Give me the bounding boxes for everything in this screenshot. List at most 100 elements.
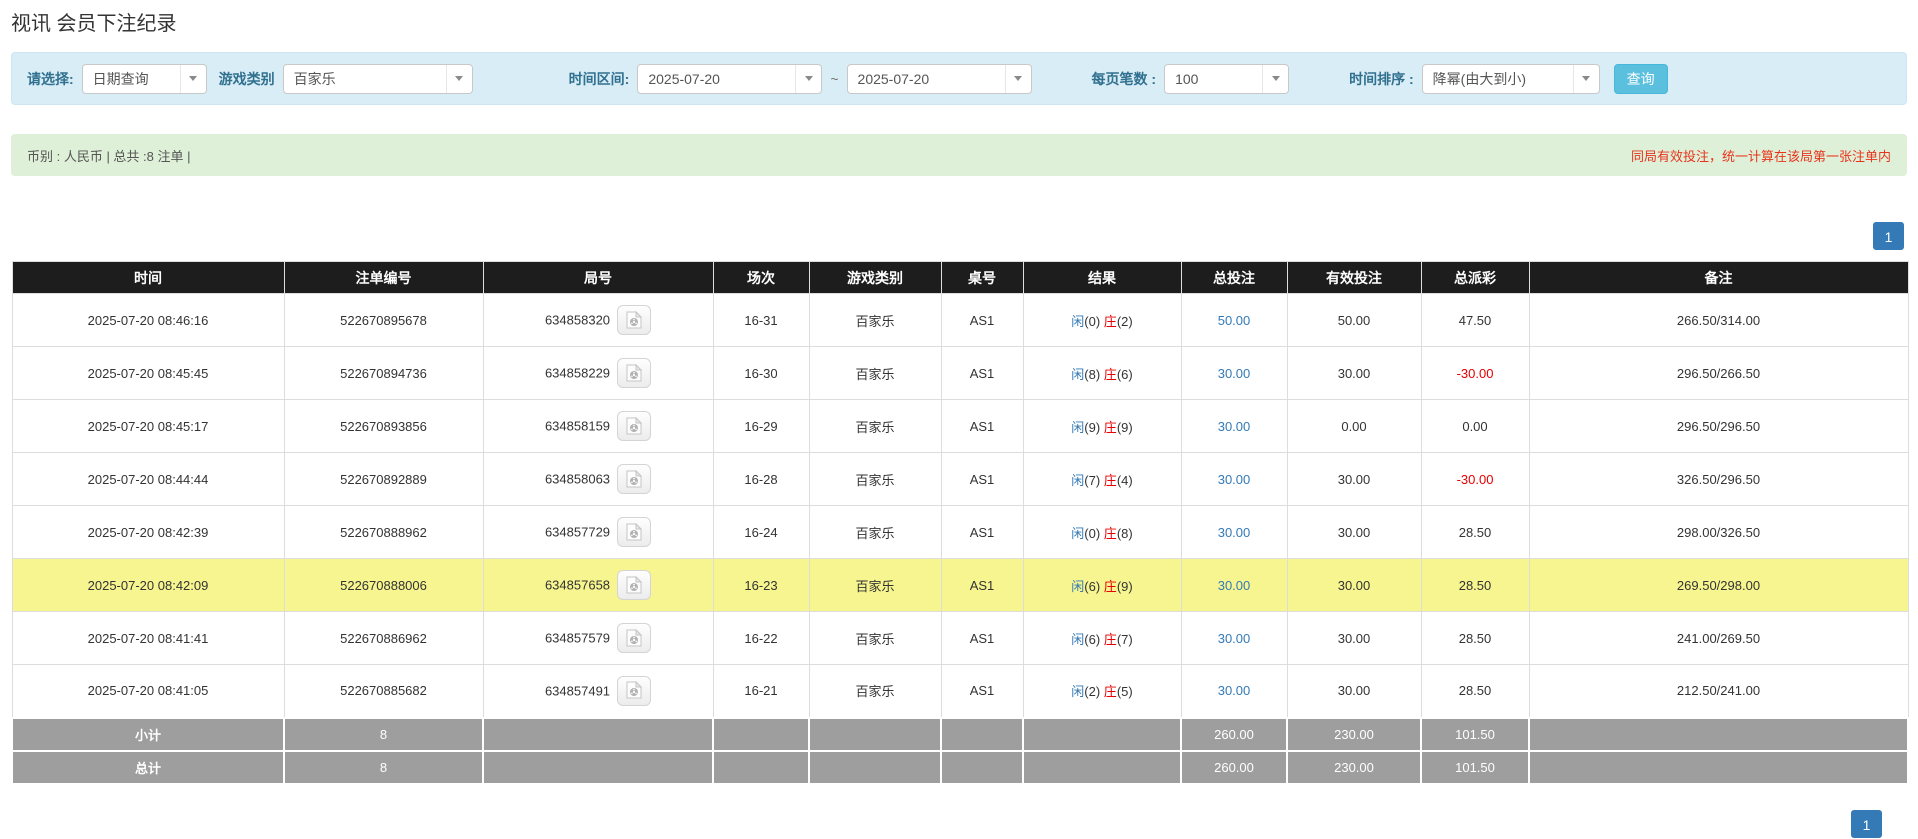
sort-select[interactable]: 降幂(由大到小) xyxy=(1421,63,1600,94)
table-header-row: 时间 注单编号 局号 场次 游戏类别 桌号 结果 总投注 有效投注 总派彩 备注 xyxy=(11,261,1909,294)
pagination-top: 1 xyxy=(11,222,1907,250)
round-id-text: 634857729 xyxy=(544,524,611,540)
footer-cell-8: 230.00 xyxy=(1286,749,1422,785)
cell-total-bet: 30.00 xyxy=(1180,611,1288,665)
table-row: 2025-07-20 08:41:41 522670886962 634857579… xyxy=(11,611,1909,665)
total-bet-link[interactable]: 30.00 xyxy=(1218,578,1251,593)
cell-payout: 28.50 xyxy=(1420,664,1530,718)
sort-label: 时间排序 : xyxy=(1349,70,1414,87)
table-row: 2025-07-20 08:42:09 522670888006 634857658… xyxy=(11,558,1909,612)
cell-result: 闲(9) 庄(9) xyxy=(1022,399,1182,453)
video-replay-button[interactable] xyxy=(617,675,652,706)
video-replay-button[interactable] xyxy=(617,464,652,494)
footer-cell-1: 8 xyxy=(283,749,484,785)
cell-time: 2025-07-20 08:46:16 xyxy=(11,293,285,347)
cell-time: 2025-07-20 08:41:41 xyxy=(11,611,285,665)
cell-table-no: AS1 xyxy=(940,293,1024,347)
filter-bar: 请选择: 日期查询 游戏类别 百家乐 时间区间: 2025-07-20 ~ 20… xyxy=(11,52,1907,105)
result-player-label: 闲 xyxy=(1071,419,1085,435)
footer-cell-5 xyxy=(940,749,1024,785)
cell-valid-bet: 30.00 xyxy=(1286,452,1422,506)
cell-round-id: 634858320 xyxy=(482,293,714,347)
cell-remark: 298.00/326.50 xyxy=(1528,505,1909,559)
query-type-value: 日期查询 xyxy=(92,70,149,87)
result-player-score: (0) xyxy=(1084,525,1104,541)
column-header-8: 有效投注 xyxy=(1286,261,1422,294)
round-id-text: 634858320 xyxy=(544,312,611,328)
video-file-icon xyxy=(626,628,643,647)
cell-round-id: 634857658 xyxy=(482,558,714,612)
valid-bet-note: 同局有效投注，统一计算在该局第一张注单内 xyxy=(1630,148,1891,164)
cell-remark: 269.50/298.00 xyxy=(1528,558,1909,612)
total-bet-link[interactable]: 30.00 xyxy=(1218,472,1251,487)
total-bet-link[interactable]: 30.00 xyxy=(1218,683,1251,698)
cell-total-bet: 30.00 xyxy=(1180,558,1288,612)
date-to-select[interactable]: 2025-07-20 xyxy=(846,63,1032,94)
round-id-text: 634858063 xyxy=(544,471,611,487)
cell-payout: 28.50 xyxy=(1420,558,1530,612)
video-replay-button[interactable] xyxy=(617,570,652,600)
total-bet-link[interactable]: 30.00 xyxy=(1218,419,1251,434)
total-bet-link[interactable]: 50.00 xyxy=(1218,313,1251,328)
cell-session: 16-29 xyxy=(712,399,810,453)
chevron-down-icon xyxy=(1262,64,1288,93)
cell-result: 闲(0) 庄(8) xyxy=(1022,505,1182,559)
total-bet-link[interactable]: 30.00 xyxy=(1218,525,1251,540)
cell-game-type: 百家乐 xyxy=(808,558,942,612)
page-title: 视讯 会员下注纪录 xyxy=(11,13,177,35)
table-body: 2025-07-20 08:46:16 522670895678 634858320… xyxy=(11,293,1909,718)
cell-payout: 28.50 xyxy=(1420,611,1530,665)
result-player-label: 闲 xyxy=(1071,472,1085,488)
video-replay-button[interactable] xyxy=(617,358,652,388)
cell-valid-bet: 30.00 xyxy=(1286,505,1422,559)
cell-bet-id: 522670885682 xyxy=(283,664,484,718)
cell-result: 闲(0) 庄(2) xyxy=(1022,293,1182,347)
page-1-button[interactable]: 1 xyxy=(1873,222,1904,250)
video-replay-button[interactable] xyxy=(617,411,652,441)
footer-cell-5 xyxy=(940,716,1024,752)
result-banker-score: (9) xyxy=(1116,578,1133,594)
video-file-icon xyxy=(626,522,643,541)
footer-cell-3 xyxy=(712,716,810,752)
cell-valid-bet: 30.00 xyxy=(1286,558,1422,612)
video-file-icon xyxy=(626,310,643,329)
footer-cell-3 xyxy=(712,749,810,785)
cell-table-no: AS1 xyxy=(940,346,1024,400)
cell-result: 闲(6) 庄(7) xyxy=(1022,611,1182,665)
date-from-select[interactable]: 2025-07-20 xyxy=(637,63,823,94)
query-type-select[interactable]: 日期查询 xyxy=(81,63,207,94)
result-banker-label: 庄 xyxy=(1103,419,1117,435)
cell-session: 16-31 xyxy=(712,293,810,347)
page-1-button-bottom[interactable]: 1 xyxy=(1851,810,1882,838)
cell-total-bet: 30.00 xyxy=(1180,452,1288,506)
video-replay-button[interactable] xyxy=(617,623,652,653)
date-range-tilde: ~ xyxy=(830,70,839,87)
footer-cell-4 xyxy=(808,716,942,752)
video-replay-button[interactable] xyxy=(617,517,652,547)
page-size-label: 每页笔数 : xyxy=(1091,70,1157,87)
cell-payout: -30.00 xyxy=(1420,346,1530,400)
round-id-text: 634858229 xyxy=(544,365,611,381)
cell-round-id: 634858159 xyxy=(482,399,714,453)
cell-game-type: 百家乐 xyxy=(808,664,942,718)
video-replay-button[interactable] xyxy=(617,305,652,335)
game-type-select[interactable]: 百家乐 xyxy=(282,63,473,94)
cell-session: 16-30 xyxy=(712,346,810,400)
total-bet-link[interactable]: 30.00 xyxy=(1218,366,1251,381)
cell-remark: 266.50/314.00 xyxy=(1528,293,1909,347)
page: 视讯 会员下注纪录 请选择: 日期查询 游戏类别 百家乐 时间区间: 2025-… xyxy=(11,0,1909,838)
column-header-7: 总投注 xyxy=(1180,261,1288,294)
total-bet-link[interactable]: 30.00 xyxy=(1218,631,1251,646)
video-file-icon xyxy=(626,575,643,594)
cell-round-id: 634857729 xyxy=(482,505,714,559)
search-button[interactable]: 查询 xyxy=(1613,63,1668,94)
cell-table-no: AS1 xyxy=(940,505,1024,559)
chevron-down-icon xyxy=(795,64,821,93)
result-banker-label: 庄 xyxy=(1103,684,1117,700)
table-row: 2025-07-20 08:44:44 522670892889 634858063… xyxy=(11,452,1909,506)
cell-time: 2025-07-20 08:42:39 xyxy=(11,505,285,559)
page-size-select[interactable]: 100 xyxy=(1164,63,1290,94)
result-player-score: (6) xyxy=(1084,631,1104,647)
result-banker-label: 庄 xyxy=(1103,578,1117,594)
round-id-text: 634857491 xyxy=(544,683,611,699)
